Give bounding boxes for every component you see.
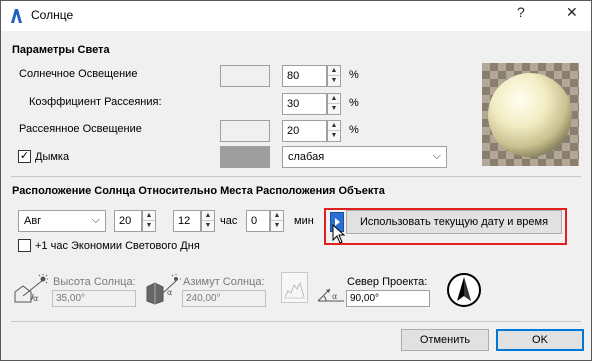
spin-up-icon[interactable]: ▲: [328, 121, 340, 131]
spin-up-icon[interactable]: ▲: [202, 211, 214, 221]
haze-level-dropdown[interactable]: слабая ⌵: [282, 146, 447, 168]
sun-azimuth-icon: α: [146, 274, 181, 305]
chevron-down-icon: ⌵: [432, 150, 441, 162]
scatter-label: Коэффициент Рассеяния:: [29, 96, 162, 108]
ambient-color-swatch[interactable]: [220, 120, 270, 142]
cancel-button[interactable]: Отменить: [401, 329, 489, 351]
sunlight-input[interactable]: 80: [282, 65, 327, 87]
sun-path-icon: [284, 281, 305, 299]
haze-color-swatch[interactable]: [220, 146, 270, 168]
month-dropdown[interactable]: Авг ⌵: [18, 210, 106, 232]
position-section-title: Расположение Солнца Относительно Места Р…: [12, 185, 385, 197]
sun-dialog: Солнце ? ✕ Параметры Света Солнечное Осв…: [0, 0, 592, 361]
altitude-field: 35,00°: [52, 290, 136, 307]
dst-checkbox[interactable]: [18, 239, 31, 252]
spin-down-icon[interactable]: ▼: [202, 221, 214, 231]
minute-input[interactable]: 0: [246, 210, 270, 232]
sunlight-color-swatch[interactable]: [220, 65, 270, 87]
sun-altitude-icon: α: [14, 274, 48, 303]
sun-path-button[interactable]: [281, 272, 308, 303]
footer-divider: [11, 321, 581, 322]
scatter-input[interactable]: 30: [282, 93, 327, 115]
sunlight-label: Солнечное Освещение: [19, 68, 138, 80]
scatter-spinner[interactable]: ▲ ▼: [327, 93, 341, 115]
close-button[interactable]: ✕: [566, 4, 578, 21]
north-input[interactable]: 90,00°: [346, 290, 430, 307]
month-value: Авг: [24, 215, 42, 227]
ambient-input[interactable]: 20: [282, 120, 327, 142]
archicad-app-icon: [11, 9, 22, 23]
spin-down-icon[interactable]: ▼: [271, 221, 283, 231]
azimuth-field: 240,00°: [182, 290, 266, 307]
haze-level-value: слабая: [288, 151, 325, 163]
mouse-cursor-icon: [332, 224, 346, 244]
azimuth-label: Азимут Солнца:: [183, 276, 265, 288]
svg-text:α: α: [167, 288, 172, 297]
ambient-unit: %: [349, 124, 359, 136]
spin-up-icon[interactable]: ▲: [143, 211, 155, 221]
dst-label: +1 час Экономии Светового Дня: [35, 240, 200, 252]
sunlight-spinner[interactable]: ▲ ▼: [327, 65, 341, 87]
spin-down-icon[interactable]: ▼: [328, 76, 340, 86]
haze-checkbox[interactable]: ✓: [18, 150, 31, 163]
sun-preview-sphere: [482, 63, 579, 166]
chevron-down-icon: ⌵: [91, 214, 100, 226]
help-button[interactable]: ?: [517, 4, 525, 20]
hour-spinner[interactable]: ▲ ▼: [201, 210, 215, 232]
hour-unit: час: [220, 215, 238, 227]
window-title: Солнце: [31, 8, 74, 22]
sunlight-unit: %: [349, 69, 359, 81]
svg-text:α: α: [332, 292, 337, 301]
ambient-spinner[interactable]: ▲ ▼: [327, 120, 341, 142]
scatter-unit: %: [349, 97, 359, 109]
day-spinner[interactable]: ▲ ▼: [142, 210, 156, 232]
project-north-icon: α: [317, 288, 344, 302]
spin-down-icon[interactable]: ▼: [328, 104, 340, 114]
haze-label: Дымка: [35, 151, 70, 163]
light-section-title: Параметры Света: [12, 44, 110, 56]
section-divider: [11, 176, 581, 177]
spin-up-icon[interactable]: ▲: [271, 211, 283, 221]
svg-text:α: α: [33, 294, 38, 303]
spin-down-icon[interactable]: ▼: [143, 221, 155, 231]
spin-down-icon[interactable]: ▼: [328, 131, 340, 141]
hour-input[interactable]: 12: [173, 210, 201, 232]
spin-up-icon[interactable]: ▲: [328, 66, 340, 76]
use-current-datetime-button[interactable]: Использовать текущую дату и время: [346, 210, 562, 234]
title-bar: Солнце ? ✕: [1, 1, 591, 31]
spin-up-icon[interactable]: ▲: [328, 94, 340, 104]
compass-icon[interactable]: [446, 272, 482, 308]
north-label: Север Проекта:: [347, 276, 428, 288]
day-input[interactable]: 20: [114, 210, 142, 232]
ambient-label: Рассеянное Освещение: [19, 123, 142, 135]
ok-button[interactable]: OK: [496, 329, 584, 351]
minute-spinner[interactable]: ▲ ▼: [270, 210, 284, 232]
minute-unit: мин: [294, 215, 314, 227]
altitude-label: Высота Солнца:: [53, 276, 136, 288]
